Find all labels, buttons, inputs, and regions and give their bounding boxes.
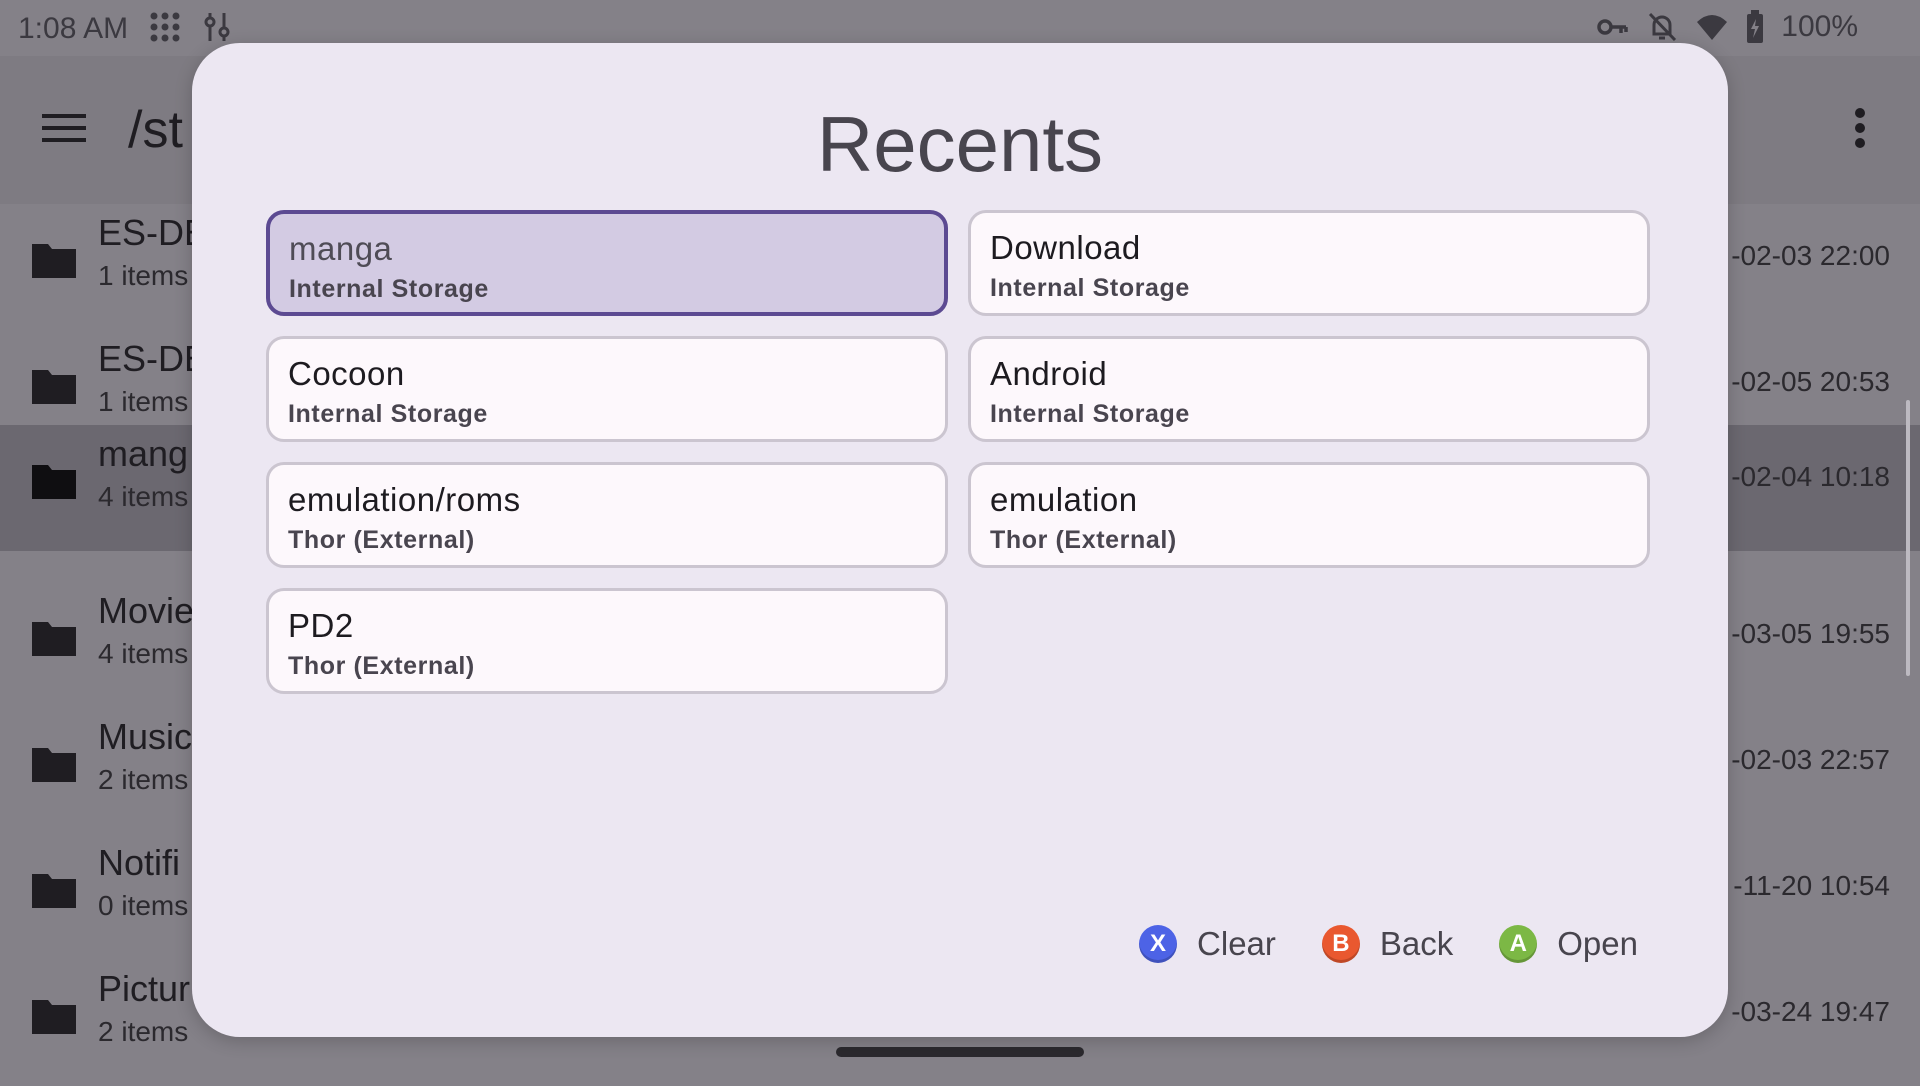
path-title: /st — [128, 101, 183, 159]
file-name: Movie — [98, 590, 195, 631]
open-label: Open — [1557, 925, 1638, 962]
file-date: -11-20 10:54 — [1733, 870, 1890, 901]
recent-item-name: Cocoon — [288, 355, 405, 392]
recent-item-pd2[interactable]: PD2 Thor (External) — [266, 588, 948, 694]
recent-item-download[interactable]: Download Internal Storage — [968, 210, 1650, 316]
recent-item-name: Android — [990, 355, 1108, 392]
recent-item-location: Internal Storage — [289, 275, 489, 303]
folder-icon — [32, 465, 76, 499]
recent-item-name: Download — [990, 229, 1141, 266]
x-button-icon: X — [1139, 925, 1178, 963]
file-item-count: 1 items — [98, 260, 189, 291]
recent-item-name: emulation/roms — [288, 481, 521, 518]
recent-item-location: Internal Storage — [288, 400, 488, 428]
file-name: Notifi — [98, 842, 181, 883]
folder-icon — [32, 1000, 76, 1034]
vpn-key-icon — [1597, 19, 1629, 35]
a-button-icon: A — [1499, 925, 1538, 963]
folder-icon — [32, 244, 76, 278]
recent-item-name: manga — [289, 230, 393, 267]
file-item-count: 4 items — [98, 481, 189, 512]
apps-grid-icon — [150, 12, 180, 42]
more-vert-icon[interactable] — [1854, 108, 1866, 148]
file-item-count: 4 items — [98, 638, 189, 669]
recent-item-location: Internal Storage — [990, 400, 1190, 428]
file-item-count: 1 items — [98, 386, 189, 417]
recent-item-location: Thor (External) — [288, 526, 475, 554]
home-gesture-bar[interactable] — [836, 1047, 1084, 1057]
clear-button[interactable]: X Clear — [1139, 925, 1276, 963]
clear-label: Clear — [1197, 925, 1276, 962]
recent-item-emulation[interactable]: emulation Thor (External) — [968, 462, 1650, 568]
recent-item-name: PD2 — [288, 607, 354, 644]
recent-item-name: emulation — [990, 481, 1138, 518]
file-date: -02-03 22:57 — [1731, 744, 1890, 775]
battery-level: 100% — [1781, 10, 1858, 43]
back-button[interactable]: B Back — [1321, 925, 1454, 963]
dialog-title: Recents — [816, 100, 1104, 188]
recent-item-android[interactable]: Android Internal Storage — [968, 336, 1650, 442]
file-date: -03-05 19:55 — [1731, 618, 1890, 649]
folder-icon — [32, 370, 76, 404]
recent-item-location: Thor (External) — [990, 526, 1177, 554]
tune-sliders-icon — [204, 13, 230, 41]
file-name: Pictur — [98, 968, 191, 1009]
recent-item-location: Internal Storage — [990, 274, 1190, 302]
b-button-icon: B — [1321, 925, 1360, 963]
status-time: 1:08 AM — [18, 12, 129, 45]
recent-item-cocoon[interactable]: Cocoon Internal Storage — [266, 336, 948, 442]
dialog-actions: X Clear B Back A Open — [1139, 925, 1638, 963]
file-date: -02-05 20:53 — [1731, 366, 1890, 397]
scrollbar[interactable] — [1906, 400, 1910, 676]
back-label: Back — [1379, 925, 1454, 962]
file-name: mang — [98, 433, 189, 474]
wifi-icon — [1697, 15, 1728, 40]
file-date: -02-04 10:18 — [1731, 461, 1890, 492]
file-date: -03-24 19:47 — [1731, 996, 1890, 1027]
file-item-count: 2 items — [98, 1016, 189, 1047]
folder-icon — [32, 874, 76, 908]
file-date: -02-03 22:00 — [1731, 240, 1890, 271]
folder-icon — [32, 748, 76, 782]
recent-item-location: Thor (External) — [288, 652, 475, 680]
recent-item-emulation-roms[interactable]: emulation/roms Thor (External) — [266, 462, 948, 568]
notifications-off-icon — [1649, 12, 1677, 42]
battery-charging-icon — [1747, 10, 1764, 43]
file-name: Music — [98, 716, 193, 757]
recents-dialog: Recents manga Internal Storage Download … — [192, 43, 1728, 1037]
recent-item-manga[interactable]: manga Internal Storage — [266, 210, 948, 316]
file-item-count: 2 items — [98, 764, 189, 795]
open-button[interactable]: A Open — [1499, 925, 1638, 963]
hamburger-menu-icon[interactable] — [42, 111, 86, 145]
folder-icon — [32, 622, 76, 656]
file-item-count: 0 items — [98, 890, 189, 921]
